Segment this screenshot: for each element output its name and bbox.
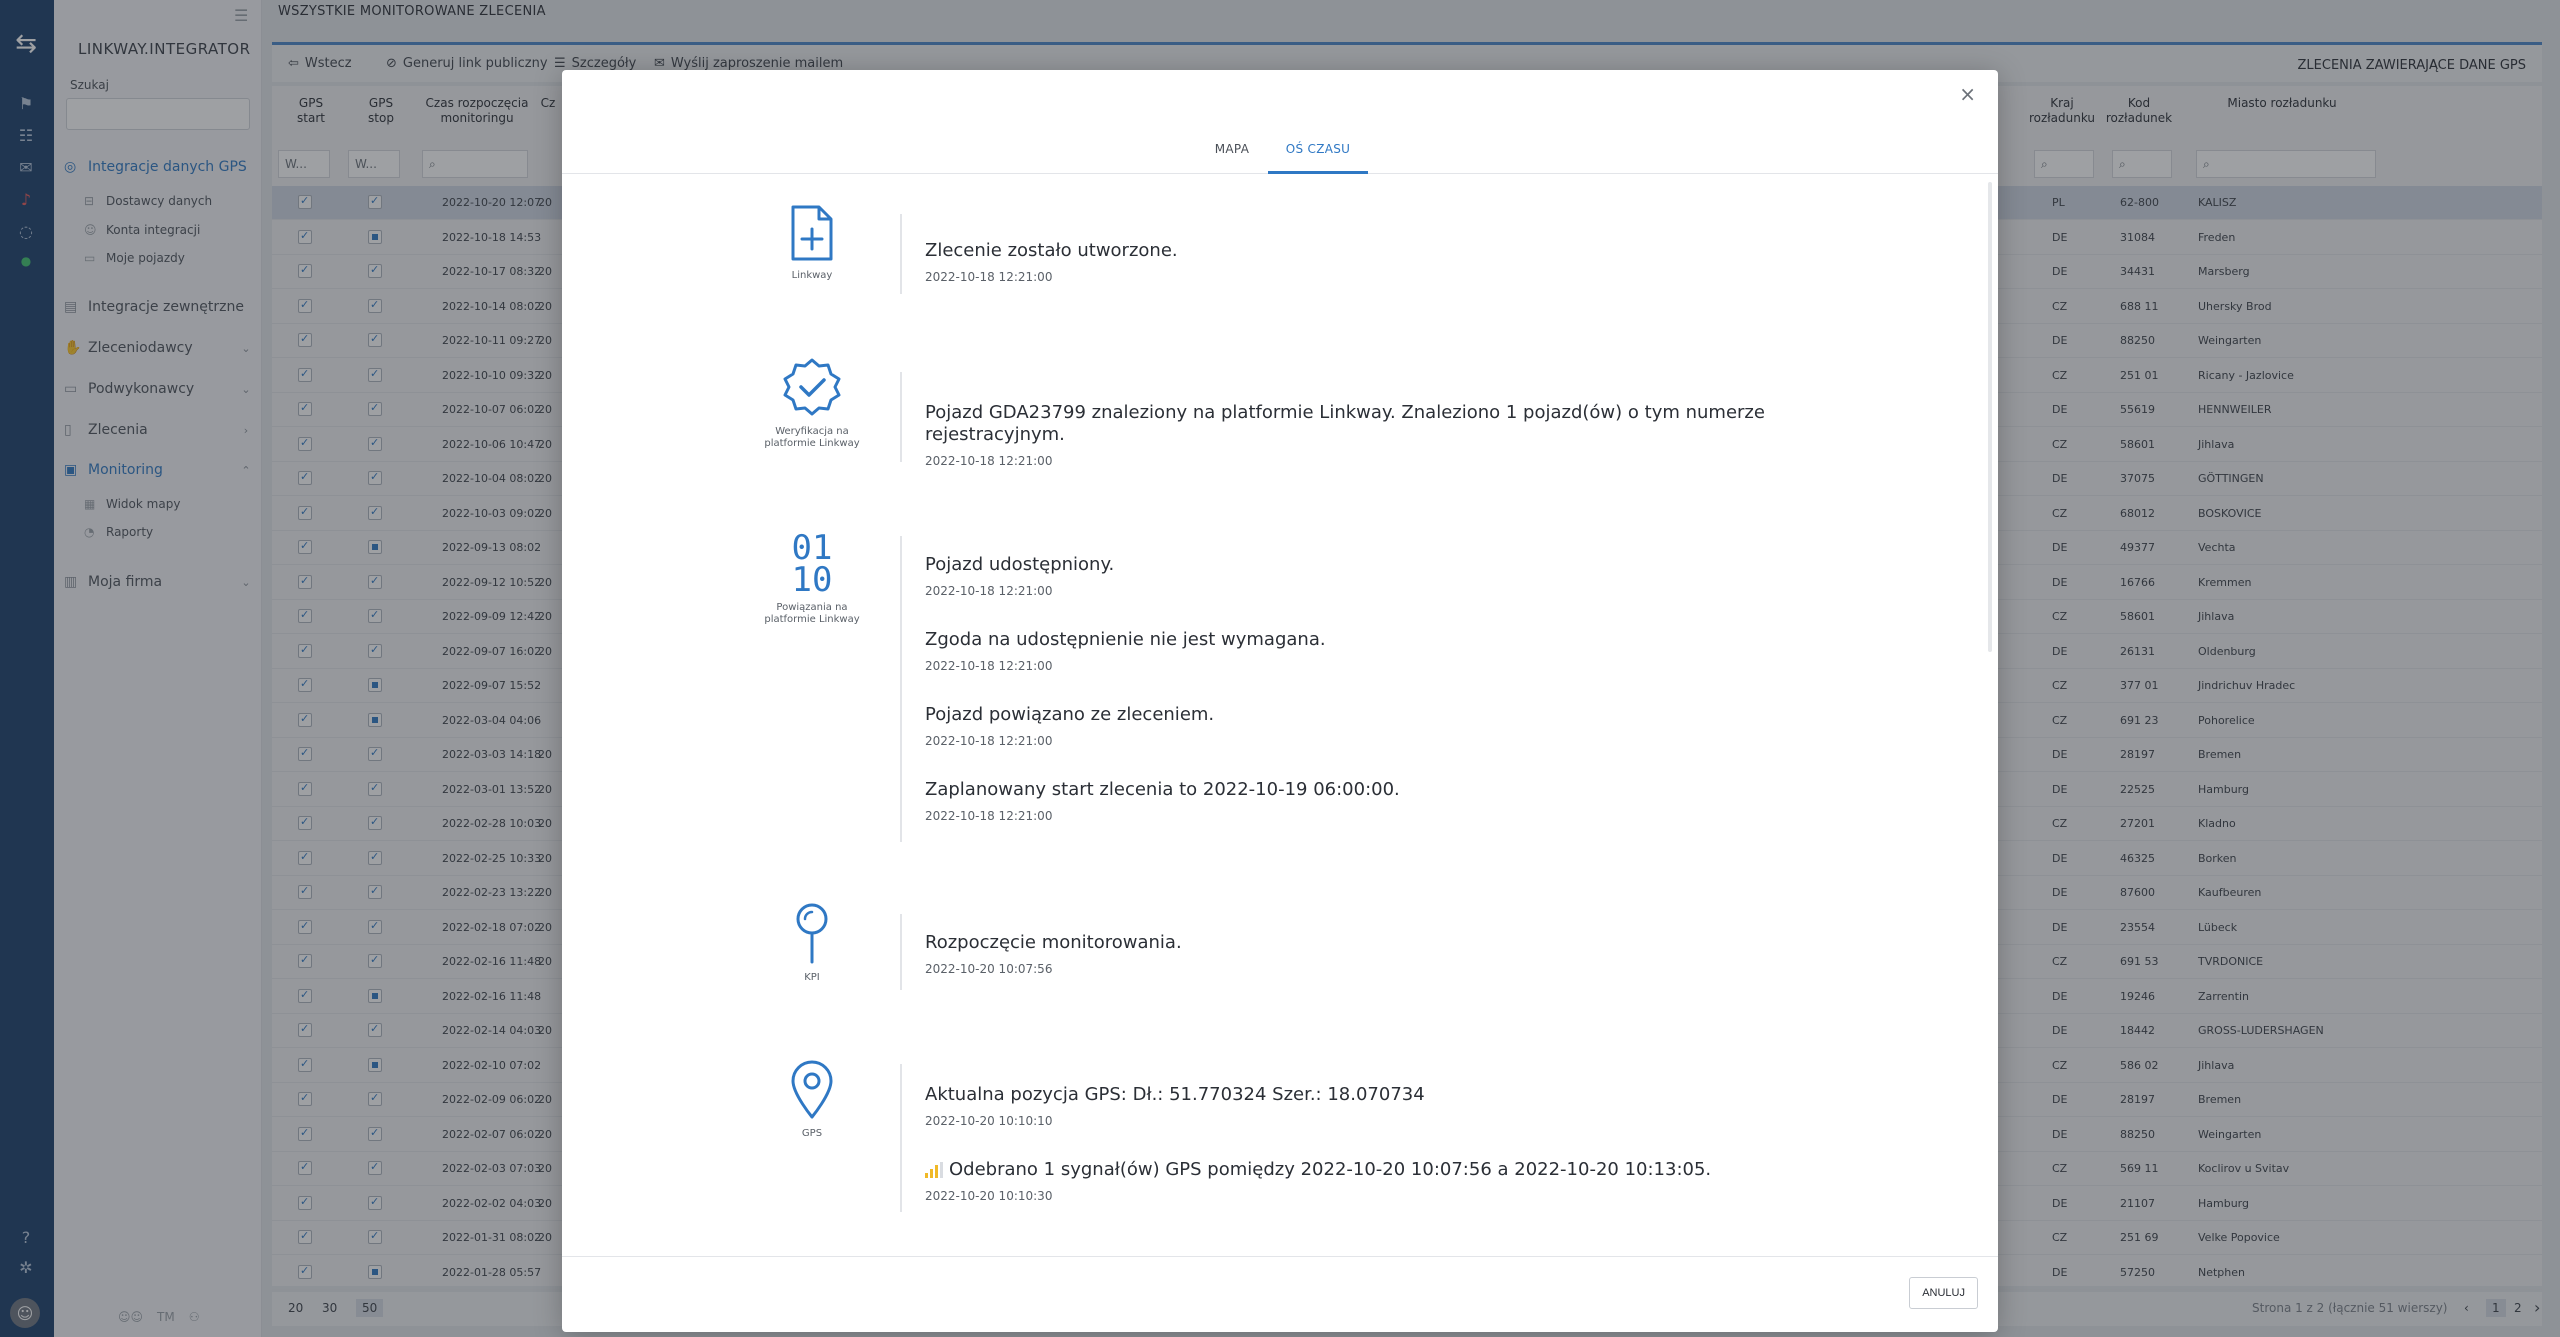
event-entry: Odebrano 1 sygnał(ów) GPS pomiędzy 2022-… — [925, 1159, 1712, 1203]
event-entry: Pojazd GDA23799 znaleziony na platformie… — [925, 402, 1785, 468]
event-caption: GPS — [801, 1128, 823, 1139]
event-message: Zlecenie zostało utworzone. — [925, 240, 1178, 261]
kpi-pin-icon — [796, 903, 828, 964]
map-pin-icon — [791, 1060, 833, 1119]
verified-badge-icon — [783, 358, 841, 416]
event-entry: Zlecenie zostało utworzone. 2022-10-18 1… — [925, 240, 1785, 284]
event-timestamp: 2022-10-18 12:21:00 — [925, 454, 1053, 468]
event-caption: KPI — [804, 972, 820, 983]
modal-footer: ANULUJ — [562, 1256, 1998, 1332]
event-icon-linkway: Linkway — [752, 204, 872, 282]
timeline-line — [900, 372, 902, 462]
timeline-line — [900, 214, 902, 294]
modal-tabs: MAPA OŚ CZASU — [562, 126, 1998, 174]
timeline-scroll[interactable]: Linkway Zlecenie zostało utworzone. 2022… — [562, 176, 1998, 1256]
timeline-line — [900, 536, 902, 842]
event-icon-relations: 01 10 Powiązania na platformie Linkway — [752, 528, 872, 626]
event-entry: Aktualna pozycja GPS: Dł.: 51.770324 Sze… — [925, 1084, 1425, 1128]
event-icon-verification: Weryfikacja na platformie Linkway — [752, 356, 872, 450]
timeline-line — [900, 914, 902, 990]
event-caption: Weryfikacja na platformie Linkway — [764, 426, 860, 449]
close-icon[interactable]: × — [1959, 82, 1976, 106]
event-entry: Zaplanowany start zlecenia to 2022-10-19… — [925, 779, 1400, 823]
event-entry: Pojazd powiązano ze zleceniem. 2022-10-1… — [925, 704, 1215, 748]
event-entry: Rozpoczęcie monitorowania. 2022-10-20 10… — [925, 932, 1182, 976]
event-caption: Powiązania na platformie Linkway — [764, 602, 860, 625]
cancel-button[interactable]: ANULUJ — [1909, 1277, 1978, 1309]
event-icon-kpi: KPI — [752, 902, 872, 984]
event-message: Pojazd GDA23799 znaleziony na platformie… — [925, 402, 1765, 445]
event-timestamp: 2022-10-18 12:21:00 — [925, 270, 1053, 284]
tab-timeline[interactable]: OŚ CZASU — [1268, 126, 1368, 174]
binary-icon: 01 10 — [791, 528, 833, 600]
event-icon-gps: GPS — [752, 1060, 872, 1140]
timeline-line — [900, 1064, 902, 1212]
tab-map[interactable]: MAPA — [1202, 126, 1262, 174]
signal-strength-icon — [925, 1162, 943, 1178]
event-entry: Zgoda na udostępnienie nie jest wymagana… — [925, 629, 1326, 673]
event-caption: Linkway — [791, 270, 833, 281]
timeline-scrollbar[interactable] — [1988, 182, 1992, 652]
file-plus-icon — [791, 205, 833, 261]
event-entry: Pojazd udostępniony. 2022-10-18 12:21:00 — [925, 554, 1115, 598]
timeline-modal: × MAPA OŚ CZASU Linkway Zlecenie zostało… — [562, 70, 1998, 1332]
